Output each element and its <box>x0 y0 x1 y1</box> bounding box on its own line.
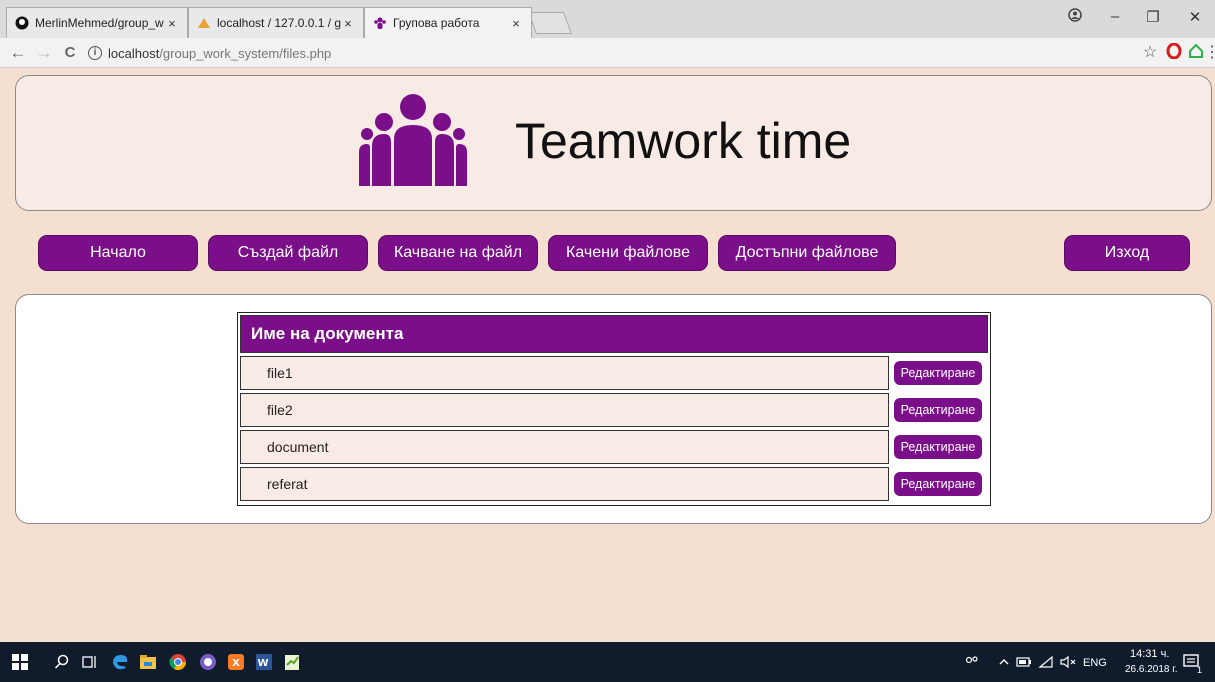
nav-create-file-button[interactable]: Създай файл <box>208 235 368 271</box>
tab-label: localhost / 127.0.0.1 / gro <box>217 16 341 30</box>
menu-icon[interactable]: ⋮ <box>1204 43 1215 63</box>
table-row: file2 <box>240 393 889 427</box>
language-indicator[interactable]: ENG <box>1083 657 1107 669</box>
notification-count: 1 <box>1197 665 1203 675</box>
address-bar[interactable]: i localhost/group_work_system/files.php <box>88 42 1108 64</box>
browser-tab-bar: MerlinMehmed/group_w × localhost / 127.0… <box>0 0 1215 38</box>
tab-label: Групова работа <box>393 16 480 30</box>
star-icon[interactable]: ☆ <box>1140 43 1160 63</box>
edit-button[interactable]: Редактиране <box>894 398 982 422</box>
edit-button[interactable]: Редактиране <box>894 361 982 385</box>
wifi-icon[interactable] <box>1036 652 1056 672</box>
clock-date[interactable]: 26.6.2018 г. <box>1125 664 1177 675</box>
windows-start-icon[interactable] <box>10 652 30 672</box>
site-title: Teamwork time <box>515 113 852 169</box>
minimize-icon[interactable]: – <box>1100 8 1130 25</box>
team-icon <box>373 16 387 30</box>
browser-toolbar: ← → C i localhost/group_work_system/file… <box>0 38 1215 68</box>
tab-phpmyadmin[interactable]: localhost / 127.0.0.1 / gro × <box>188 7 364 38</box>
phpmyadmin-icon <box>197 16 211 30</box>
notepad-icon[interactable] <box>282 652 302 672</box>
github-icon <box>15 16 29 30</box>
edit-button[interactable]: Редактиране <box>894 435 982 459</box>
clock-time[interactable]: 14:31 ч. <box>1130 648 1169 660</box>
task-view-icon[interactable] <box>80 652 100 672</box>
tab-label: MerlinMehmed/group_w <box>35 16 164 30</box>
team-logo-icon <box>359 94 467 186</box>
chrome-icon[interactable] <box>168 652 188 672</box>
table-header: Име на документа <box>240 315 988 353</box>
tab-github[interactable]: MerlinMehmed/group_w × <box>6 7 188 38</box>
url-path: /group_work_system/files.php <box>159 45 332 61</box>
nav-uploaded-files-button[interactable]: Качени файлове <box>548 235 708 271</box>
logout-button[interactable]: Изход <box>1064 235 1190 271</box>
chevron-up-icon[interactable] <box>994 652 1014 672</box>
windows-taskbar: X W ENG 14:31 ч. 26.6.2018 г. 1 <box>0 642 1215 682</box>
window-close-icon[interactable]: ✕ <box>1180 8 1210 26</box>
reload-icon[interactable]: C <box>60 43 80 63</box>
xampp-icon[interactable]: X <box>226 652 246 672</box>
restore-icon[interactable]: ❐ <box>1138 8 1168 26</box>
edge-icon[interactable] <box>110 652 130 672</box>
url-host: localhost <box>108 45 160 61</box>
opera-icon[interactable] <box>1164 42 1184 65</box>
battery-icon[interactable] <box>1014 652 1034 672</box>
home-icon[interactable] <box>1186 43 1206 65</box>
table-row: file1 <box>240 356 889 390</box>
people-icon[interactable] <box>962 652 982 672</box>
info-icon[interactable]: i <box>88 46 102 60</box>
nav-available-files-button[interactable]: Достъпни файлове <box>718 235 896 271</box>
svg-text:W: W <box>257 658 268 669</box>
close-icon[interactable]: × <box>509 16 523 31</box>
table-row: document <box>240 430 889 464</box>
edit-button[interactable]: Редактиране <box>894 472 982 496</box>
word-icon[interactable]: W <box>254 652 274 672</box>
forward-icon[interactable]: → <box>34 43 54 63</box>
search-icon[interactable] <box>52 652 72 672</box>
tab-group-work[interactable]: Групова работа × <box>364 7 532 38</box>
back-icon[interactable]: ← <box>8 43 28 63</box>
profile-icon[interactable] <box>1060 8 1090 26</box>
close-icon[interactable]: × <box>341 16 355 31</box>
file-explorer-icon[interactable] <box>138 652 158 672</box>
volume-icon[interactable] <box>1058 652 1078 672</box>
close-icon[interactable]: × <box>165 16 179 31</box>
nav-home-button[interactable]: Начало <box>38 235 198 271</box>
new-tab-button[interactable] <box>527 12 573 34</box>
table-row: referat <box>240 467 889 501</box>
svg-text:X: X <box>232 658 240 669</box>
app-circle-icon[interactable] <box>198 652 218 672</box>
nav-upload-file-button[interactable]: Качване на файл <box>378 235 538 271</box>
